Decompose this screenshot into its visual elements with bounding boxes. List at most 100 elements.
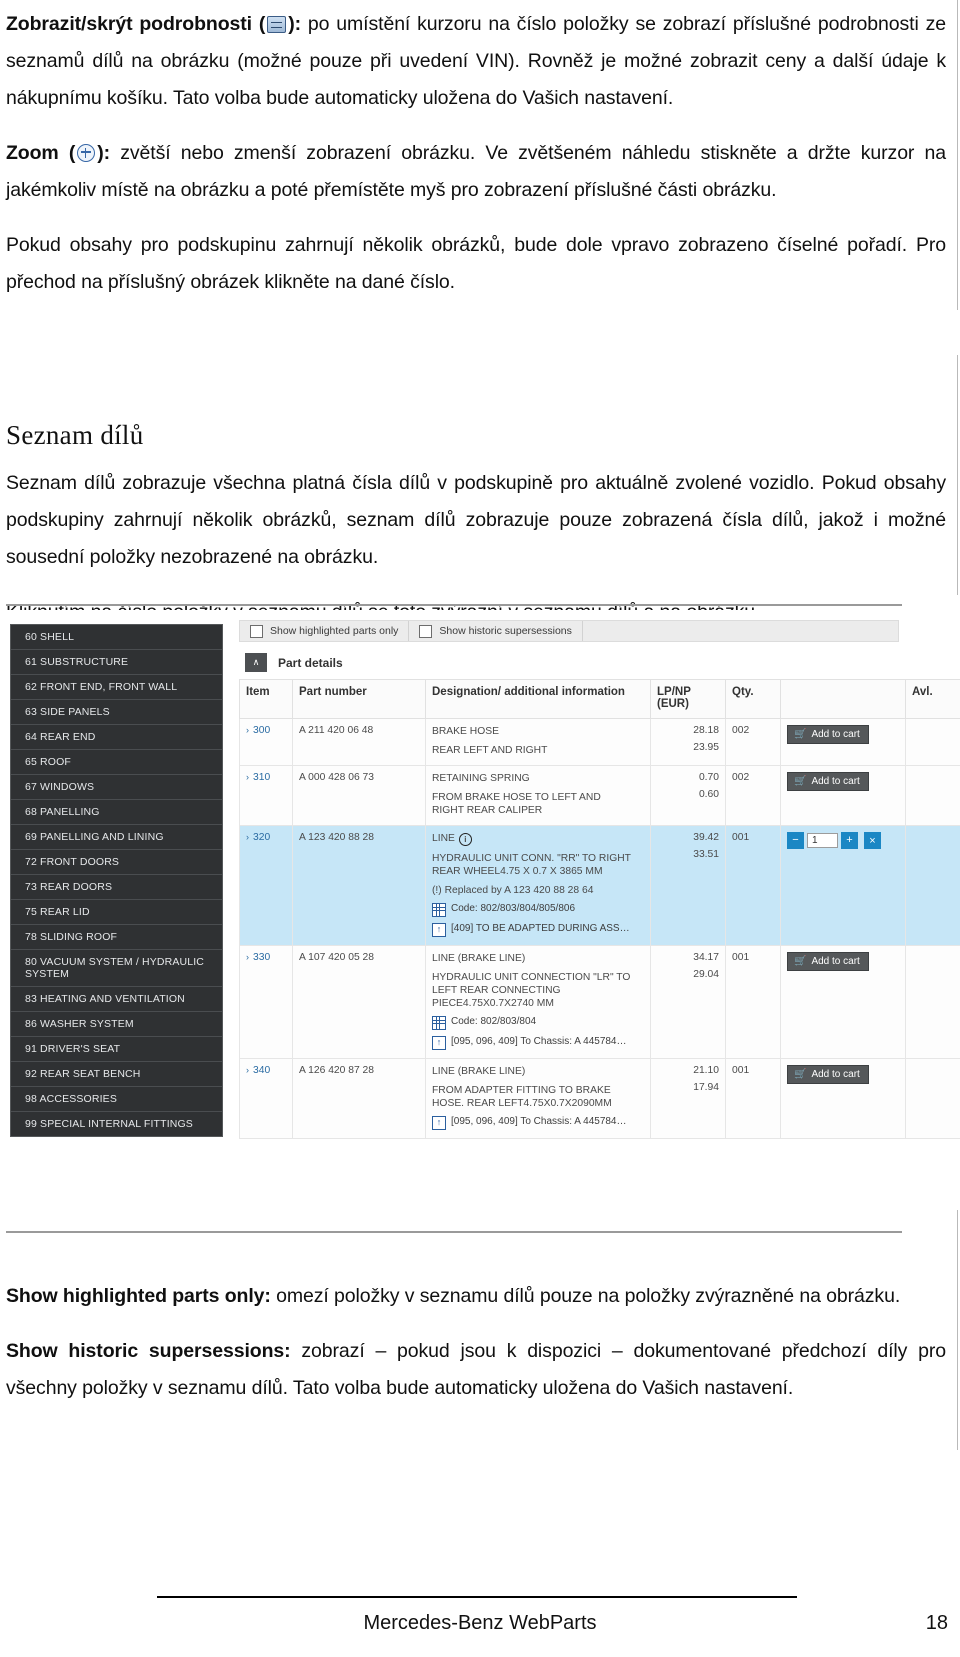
cell-availability: [905, 825, 960, 946]
sidebar-item-75[interactable]: 75 REAR LID: [11, 900, 222, 925]
item-number: 330: [253, 952, 271, 963]
sidebar-item-69[interactable]: 69 PANELLING AND LINING: [11, 825, 222, 850]
add-to-cart-button[interactable]: 🛒 Add to cart: [787, 772, 869, 791]
cell-designation: BRAKE HOSE REAR LEFT AND RIGHT: [425, 718, 651, 766]
checkbox-show-supersessions-icon[interactable]: [419, 624, 433, 638]
remove-item-button[interactable]: ×: [864, 832, 881, 849]
cell-item[interactable]: › 340: [239, 1058, 293, 1139]
row-expand-chevron-icon[interactable]: ›: [246, 952, 249, 962]
column-header-designation[interactable]: Designation/ additional information: [425, 679, 651, 719]
sidebar-item-72[interactable]: 72 FRONT DOORS: [11, 850, 222, 875]
meta-note-row: [409] TO BE ADAPTED DURING ASS…: [432, 923, 644, 937]
zoom-description: zvětší nebo zmenší zobrazení obrázku. Ve…: [6, 142, 946, 201]
term-zoom-colon: ):: [97, 142, 121, 164]
column-header-part-number[interactable]: Part number: [292, 679, 426, 719]
part-details-header: ∧ Part details: [245, 653, 899, 672]
table-row[interactable]: › 340 A 126 420 87 28 LINE (BRAKE LINE) F…: [239, 1058, 960, 1139]
zoom-in-icon: [77, 144, 96, 162]
sidebar-item-61[interactable]: 61 SUBSTRUCTURE: [11, 650, 222, 675]
term-details-colon: ):: [288, 13, 308, 35]
quantity-input[interactable]: 1: [807, 833, 838, 848]
cell-part-number[interactable]: A 211 420 06 48: [292, 718, 426, 766]
cell-price: 34.17 29.04: [650, 945, 726, 1059]
row-expand-chevron-icon[interactable]: ›: [246, 832, 249, 842]
sidebar-item-86[interactable]: 86 WASHER SYSTEM: [11, 1012, 222, 1037]
shopping-cart-icon: 🛒: [794, 775, 807, 787]
table-row[interactable]: › 330 A 107 420 05 28 LINE (BRAKE LINE) H…: [239, 945, 960, 1059]
footer-page-number: 18: [925, 1612, 948, 1634]
cell-part-number[interactable]: A 107 420 05 28: [292, 945, 426, 1059]
filter-bar-spacer: [581, 621, 898, 641]
price-list: 0.70: [698, 772, 719, 783]
sidebar-item-67[interactable]: 67 WINDOWS: [11, 775, 222, 800]
cell-item[interactable]: › 310: [239, 765, 293, 826]
cell-part-number[interactable]: A 126 420 87 28: [292, 1058, 426, 1139]
meta-code-text: Code: 802/803/804: [451, 1016, 537, 1027]
sidebar-item-68[interactable]: 68 PANELLING: [11, 800, 222, 825]
sidebar-item-83[interactable]: 83 HEATING AND VENTILATION: [11, 987, 222, 1012]
explanations-text-block: Show highlighted parts only: omezí polož…: [6, 1278, 946, 1407]
add-to-cart-button[interactable]: 🛒 Add to cart: [787, 725, 869, 744]
parts-table: Item Part number Designation/ additional…: [239, 679, 960, 1139]
quantity-increase-button[interactable]: +: [841, 832, 858, 849]
sidebar-item-91[interactable]: 91 DRIVER'S SEAT: [11, 1037, 222, 1062]
cell-action: 🛒 Add to cart: [780, 765, 906, 826]
column-header-price[interactable]: LP/NP (EUR): [650, 679, 726, 719]
text-show-highlighted-parts-only: omezí položky v seznamu dílů pouze na po…: [270, 1285, 901, 1307]
price-net: 29.04: [693, 969, 719, 980]
paragraph-show-hide-details: Zobrazit/skrýt podrobnosti (): po umístě…: [6, 6, 946, 117]
checkbox-show-highlighted-icon[interactable]: [250, 624, 263, 638]
row-expand-chevron-icon[interactable]: ›: [246, 772, 249, 782]
sidebar-item-62[interactable]: 62 FRONT END, FRONT WALL: [11, 675, 222, 700]
cell-price: 39.42 33.51: [650, 825, 726, 946]
cell-qty: 001: [725, 1058, 781, 1139]
meta-note-text: [409] TO BE ADAPTED DURING ASS…: [451, 923, 630, 934]
quantity-decrease-button[interactable]: −: [787, 832, 804, 849]
cell-price: 28.18 23.95: [650, 718, 726, 766]
column-header-avl[interactable]: Avl.: [905, 679, 960, 719]
cell-item[interactable]: › 300: [239, 718, 293, 766]
add-to-cart-label: Add to cart: [811, 956, 860, 967]
sidebar-item-98[interactable]: 98 ACCESSORIES: [11, 1087, 222, 1112]
cell-item[interactable]: › 320: [239, 825, 293, 946]
sidebar-item-73[interactable]: 73 REAR DOORS: [11, 875, 222, 900]
row-expand-chevron-icon[interactable]: ›: [246, 1065, 249, 1075]
table-row[interactable]: › 320 A 123 420 88 28 LINE i HYDRAULIC UNI…: [239, 825, 960, 946]
table-row[interactable]: › 300 A 211 420 06 48 BRAKE HOSE REAR LEF…: [239, 718, 960, 766]
sidebar-item-92[interactable]: 92 REAR SEAT BENCH: [11, 1062, 222, 1087]
add-to-cart-button[interactable]: 🛒 Add to cart: [787, 952, 869, 971]
scan-edge-line: [957, 355, 958, 595]
group-sidebar[interactable]: 60 SHELL 61 SUBSTRUCTURE 62 FRONT END, F…: [10, 624, 223, 1137]
table-row[interactable]: › 310 A 000 428 06 73 RETAINING SPRING FR…: [239, 765, 960, 826]
sidebar-item-99[interactable]: 99 SPECIAL INTERNAL FITTINGS: [11, 1112, 222, 1136]
sidebar-item-65[interactable]: 65 ROOF: [11, 750, 222, 775]
sidebar-item-78[interactable]: 78 SLIDING ROOF: [11, 925, 222, 950]
filter-show-highlighted[interactable]: Show highlighted parts only: [240, 621, 408, 641]
sidebar-item-63[interactable]: 63 SIDE PANELS: [11, 700, 222, 725]
cell-price: 0.70 0.60: [650, 765, 726, 826]
sidebar-item-80[interactable]: 80 VACUUM SYSTEM / HYDRAULIC SYSTEM: [11, 950, 222, 987]
filter-show-supersessions[interactable]: Show historic supersessions: [408, 621, 581, 641]
info-icon[interactable]: i: [458, 833, 472, 846]
designation-detail: FROM ADAPTER FITTING TO BRAKE: [432, 1085, 611, 1096]
quantity-stepper[interactable]: − 1 + ×: [787, 832, 899, 849]
row-expand-chevron-icon[interactable]: ›: [246, 725, 249, 735]
cell-item[interactable]: › 330: [239, 945, 293, 1059]
cell-part-number[interactable]: A 000 428 06 73: [292, 765, 426, 826]
term-show-hide-details: Zobrazit/skrýt podrobnosti (: [6, 13, 266, 35]
cell-availability: [905, 1058, 960, 1139]
add-to-cart-button[interactable]: 🛒 Add to cart: [787, 1065, 869, 1084]
collapse-chevron-up-icon[interactable]: ∧: [245, 653, 267, 672]
designation-title: LINE (BRAKE LINE): [432, 953, 526, 964]
cell-part-number[interactable]: A 123 420 88 28: [292, 825, 426, 946]
intro-text-block: Zobrazit/skrýt podrobnosti (): po umístě…: [6, 6, 946, 301]
column-header-item[interactable]: Item: [239, 679, 293, 719]
cell-qty: 002: [725, 718, 781, 766]
sidebar-item-64[interactable]: 64 REAR END: [11, 725, 222, 750]
details-panel-icon: [267, 16, 287, 33]
sidebar-item-60[interactable]: 60 SHELL: [11, 625, 222, 650]
designation-detail: HOSE. REAR LEFT4.75X0.7X2090MM: [432, 1098, 612, 1109]
column-header-qty[interactable]: Qty.: [725, 679, 781, 719]
